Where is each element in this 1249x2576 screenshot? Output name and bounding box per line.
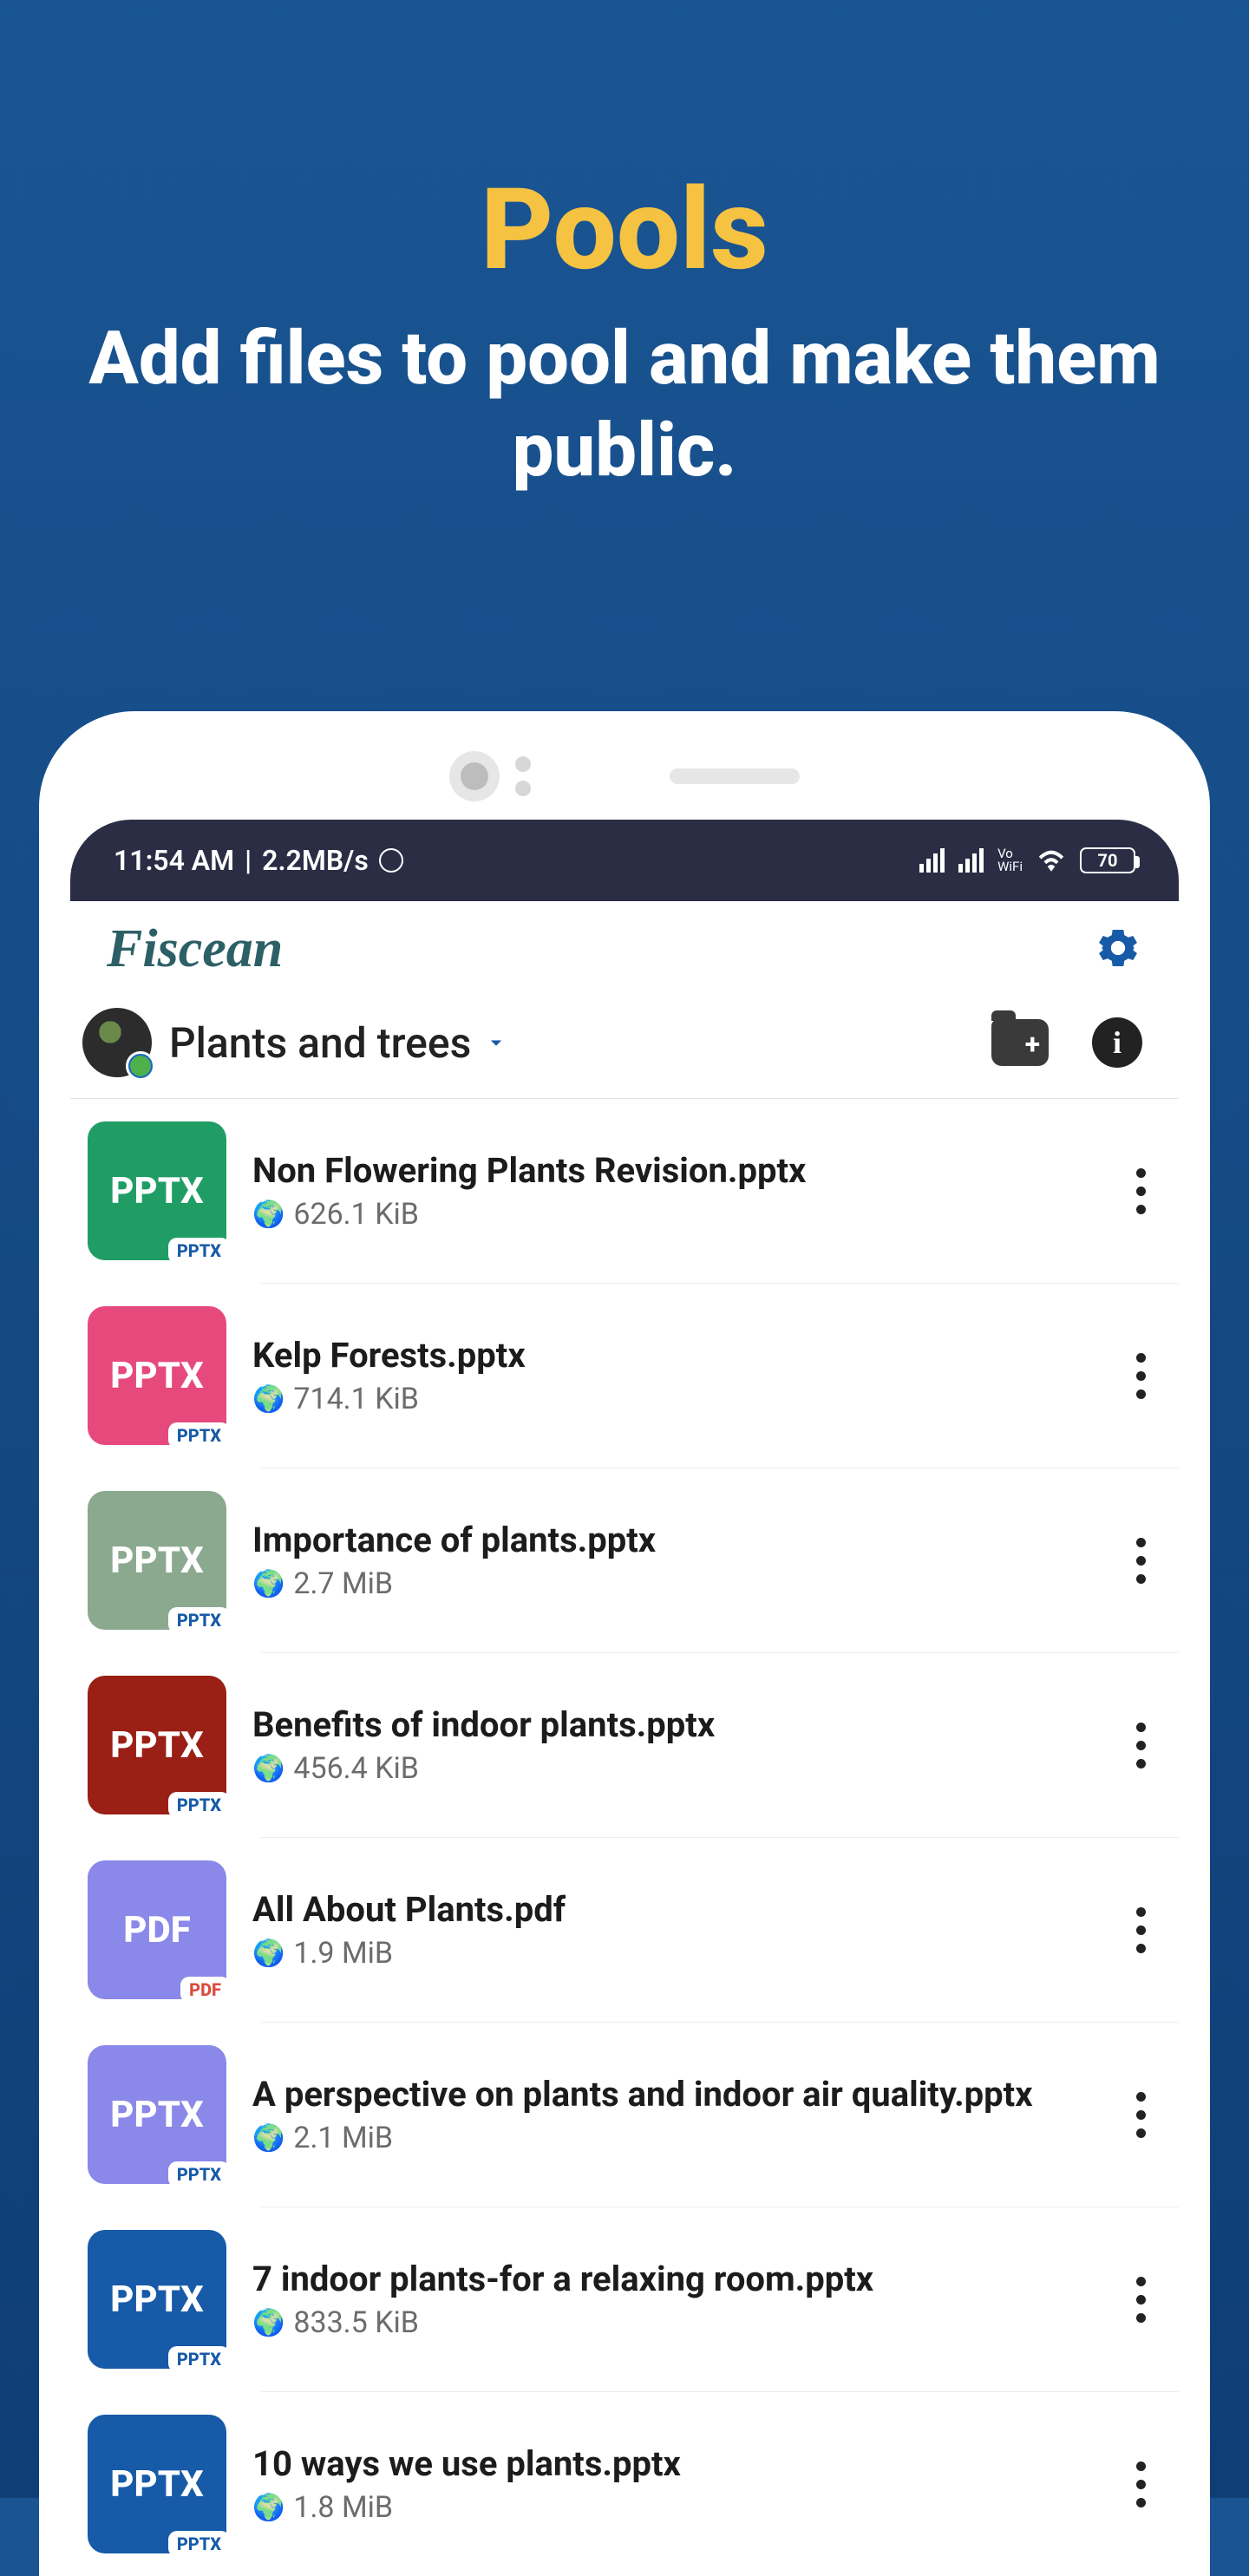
file-item[interactable]: PPTXPPTX 7 indoor plants-for a relaxing r…: [70, 2207, 1179, 2391]
file-type-badge: PPTX: [168, 2531, 230, 2557]
more-options-button[interactable]: [1120, 1529, 1161, 1592]
more-options-button[interactable]: [1120, 2083, 1161, 2147]
pptx-file-icon: PPTXPPTX: [88, 2230, 226, 2369]
more-options-button[interactable]: [1120, 2453, 1161, 2516]
info-button[interactable]: i: [1092, 1017, 1142, 1068]
file-name: 10 ways we use plants.pptx: [252, 2443, 1094, 2485]
globe-icon: 🌍: [252, 1200, 284, 1230]
file-name: Importance of plants.pptx: [252, 1520, 1094, 1561]
file-item[interactable]: PPTXPPTX Kelp Forests.pptx 🌍 714.1 KiB: [70, 1284, 1179, 1468]
file-size: 626.1 KiB: [293, 1197, 419, 1232]
promo-header: Pools Add files to pool and make them pu…: [0, 0, 1249, 497]
signal-icon-2: [958, 848, 984, 873]
chevron-down-icon: [483, 1030, 509, 1056]
speaker-grill: [670, 768, 800, 784]
file-item[interactable]: PPTXPPTX Non Flowering Plants Revision.pp…: [70, 1099, 1179, 1283]
settings-button[interactable]: [1094, 924, 1142, 976]
file-item[interactable]: PPTXPPTX 10 ways we use plants.pptx 🌍 1.8 M…: [70, 2392, 1179, 2576]
globe-icon: 🌍: [252, 2308, 284, 2338]
file-meta: 🌍 2.7 MiB: [252, 1566, 1094, 1601]
globe-icon: 🌍: [252, 1939, 284, 1969]
phone-notch: [70, 750, 1179, 802]
pdf-file-icon: PDFPDF: [88, 1860, 226, 1999]
file-name: Benefits of indoor plants.pptx: [252, 1704, 1094, 1746]
pptx-file-icon: PPTXPPTX: [88, 2045, 226, 2184]
file-name: Non Flowering Plants Revision.pptx: [252, 1150, 1094, 1192]
file-type-badge: PDF: [180, 1977, 230, 2003]
file-name: 7 indoor plants-for a relaxing room.pptx: [252, 2259, 1094, 2300]
file-size: 2.7 MiB: [293, 1566, 393, 1601]
promo-subtitle: Add files to pool and make them public.: [0, 312, 1249, 497]
file-meta: 🌍 2.1 MiB: [252, 2121, 1094, 2155]
file-meta: 🌍 833.5 KiB: [252, 2305, 1094, 2340]
status-time: 11:54 AM: [114, 844, 234, 877]
file-type-badge: PPTX: [168, 2161, 230, 2187]
file-size: 456.4 KiB: [293, 1751, 419, 1786]
pptx-file-icon: PPTXPPTX: [88, 1676, 226, 1814]
globe-icon: 🌍: [252, 1384, 284, 1415]
pptx-file-icon: PPTXPPTX: [88, 2415, 226, 2553]
pptx-file-icon: PPTXPPTX: [88, 1491, 226, 1630]
file-size: 833.5 KiB: [293, 2305, 419, 2340]
globe-icon: 🌍: [252, 2493, 284, 2523]
file-item[interactable]: PPTXPPTX Importance of plants.pptx 🌍 2.7 Mi…: [70, 1468, 1179, 1652]
phone-frame: 11:54 AM | 2.2MB/s VoWiFi 70 Fiscean: [39, 711, 1210, 2576]
vowifi-icon: VoWiFi: [997, 847, 1023, 873]
camera-icon: [449, 751, 500, 801]
signal-icon: [919, 848, 945, 873]
file-item[interactable]: PPTXPPTX A perspective on plants and indo…: [70, 2023, 1179, 2207]
globe-icon: 🌍: [252, 1569, 284, 1599]
file-type-badge: PPTX: [168, 2346, 230, 2372]
pool-avatar[interactable]: [82, 1008, 152, 1077]
brand-logo: Fiscean: [107, 919, 283, 980]
more-options-button[interactable]: [1120, 1344, 1161, 1408]
add-folder-button[interactable]: [991, 1019, 1049, 1066]
file-type-badge: PPTX: [168, 1607, 230, 1633]
file-name: Kelp Forests.pptx: [252, 1335, 1094, 1376]
file-size: 1.8 MiB: [293, 2490, 393, 2525]
file-list[interactable]: PPTXPPTXNon Flowering Plants Revision.pp…: [70, 1099, 1179, 2576]
globe-icon: 🌍: [252, 1754, 284, 1784]
globe-icon: 🌍: [252, 2123, 284, 2154]
pool-selector-row: Plants and trees i: [70, 996, 1179, 1099]
pool-dropdown[interactable]: Plants and trees: [169, 1018, 974, 1068]
file-meta: 🌍 714.1 KiB: [252, 1382, 1094, 1416]
file-type-badge: PPTX: [168, 1792, 230, 1818]
more-options-button[interactable]: [1120, 1899, 1161, 1962]
more-options-button[interactable]: [1120, 1714, 1161, 1777]
more-options-button[interactable]: [1120, 2268, 1161, 2331]
file-type-badge: PPTX: [168, 1238, 230, 1264]
file-name: All About Plants.pdf: [252, 1889, 1094, 1931]
file-size: 1.9 MiB: [293, 1936, 393, 1971]
gear-icon: [1094, 924, 1142, 972]
file-name: A perspective on plants and indoor air q…: [252, 2074, 1094, 2115]
app-header: Fiscean: [70, 901, 1179, 996]
promo-title: Pools: [0, 173, 1249, 286]
file-type-badge: PPTX: [168, 1422, 230, 1448]
file-meta: 🌍 456.4 KiB: [252, 1751, 1094, 1786]
file-item[interactable]: PDFPDF All About Plants.pdf 🌍 1.9 MiB: [70, 1838, 1179, 2022]
pptx-file-icon: PPTXPPTX: [88, 1306, 226, 1445]
file-meta: 🌍 1.9 MiB: [252, 1936, 1094, 1971]
wifi-icon: [1036, 849, 1066, 872]
file-meta: 🌍 626.1 KiB: [252, 1197, 1094, 1232]
file-item[interactable]: PPTXPPTX Benefits of indoor plants.pptx 🌍 4…: [70, 1653, 1179, 1837]
pool-name-label: Plants and trees: [169, 1018, 471, 1068]
battery-icon: 70: [1080, 847, 1135, 873]
status-bar: 11:54 AM | 2.2MB/s VoWiFi 70: [70, 820, 1179, 901]
status-speed: 2.2MB/s: [262, 844, 369, 877]
file-size: 2.1 MiB: [293, 2121, 393, 2155]
pptx-file-icon: PPTXPPTX: [88, 1121, 226, 1260]
file-meta: 🌍 1.8 MiB: [252, 2490, 1094, 2525]
more-options-button[interactable]: [1120, 1160, 1161, 1223]
alarm-icon: [379, 848, 403, 873]
file-size: 714.1 KiB: [293, 1382, 419, 1416]
status-divider: |: [245, 844, 252, 877]
